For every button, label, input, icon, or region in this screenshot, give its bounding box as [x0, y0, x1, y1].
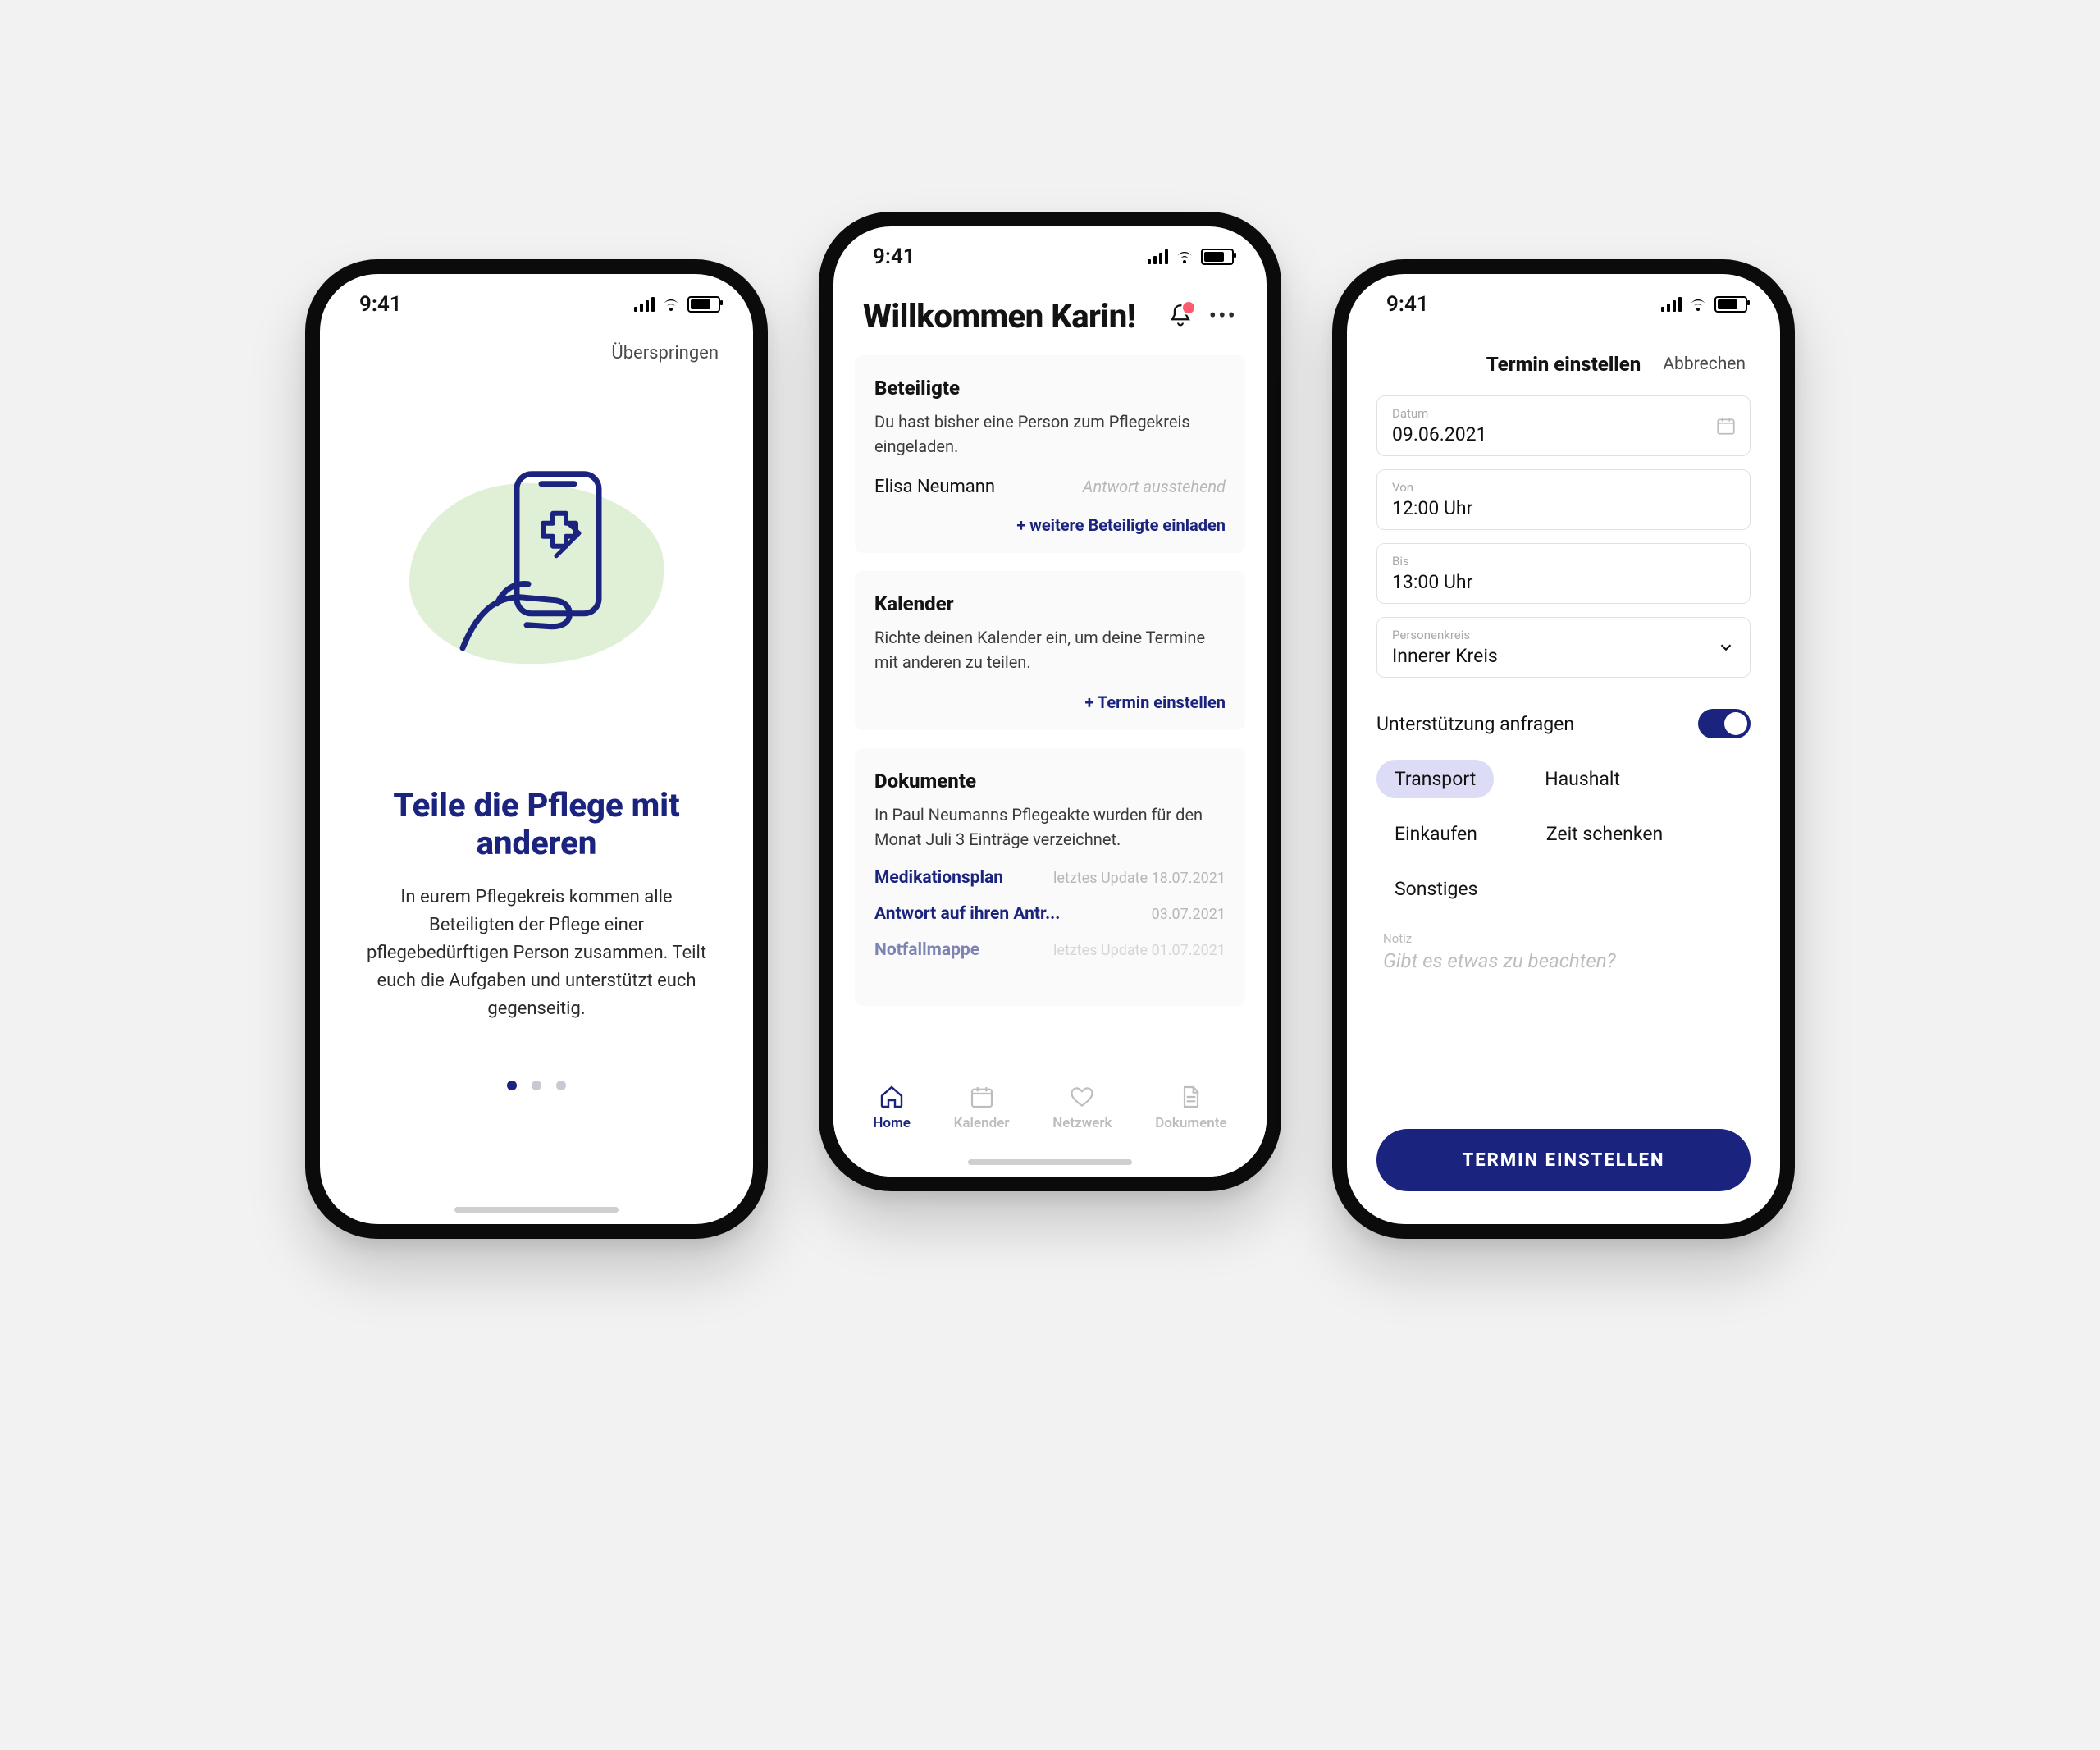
document-row[interactable]: Medikationsplan letztes Update 18.07.202… — [874, 868, 1226, 888]
document-row[interactable]: Notfallmappe letztes Update 01.07.2021 — [874, 940, 1226, 960]
card-dokumente: Dokumente In Paul Neumanns Pflegeakte wu… — [855, 748, 1245, 1006]
card-subtitle: Du hast bisher eine Person zum Pflegekre… — [874, 409, 1226, 459]
participant-status: Antwort ausstehend — [1083, 477, 1226, 496]
skip-button[interactable]: Überspringen — [611, 343, 719, 363]
circle-select[interactable]: Personenkreis Innerer Kreis — [1376, 617, 1751, 678]
status-time: 9:41 — [873, 244, 915, 269]
chip-haushalt[interactable]: Haushalt — [1527, 760, 1638, 798]
page-title: Willkommen Karin! — [863, 297, 1135, 336]
document-meta: letztes Update 18.07.2021 — [1053, 870, 1226, 887]
status-bar: 9:41 — [1347, 274, 1780, 335]
to-time-field[interactable]: Bis 13:00 Uhr — [1376, 543, 1751, 604]
calendar-icon — [969, 1084, 995, 1110]
field-value: 12:00 Uhr — [1392, 497, 1735, 519]
wifi-icon — [661, 295, 681, 314]
cellular-icon — [1661, 297, 1682, 312]
support-toggle[interactable] — [1698, 709, 1751, 738]
participant-name: Elisa Neumann — [874, 477, 995, 497]
battery-icon — [687, 296, 720, 313]
note-placeholder: Gibt es etwas zu beachten? — [1376, 946, 1751, 972]
card-subtitle: Richte deinen Kalender ein, um deine Ter… — [874, 625, 1226, 674]
calendar-icon — [1715, 415, 1737, 436]
notification-bell-icon[interactable] — [1166, 302, 1194, 330]
chip-zeit-schenken[interactable]: Zeit schenken — [1528, 815, 1681, 853]
invite-more-link[interactable]: + weitere Beteiligte einladen — [874, 515, 1226, 535]
card-heading: Beteiligte — [874, 377, 1226, 400]
document-meta: letztes Update 01.07.2021 — [1053, 942, 1226, 959]
phone-create-event: 9:41 Termin einstellen Abbrechen Datum 0… — [1332, 259, 1795, 1239]
card-subtitle: In Paul Neumanns Pflegeakte wurden für d… — [874, 802, 1226, 852]
tab-label: Kalender — [954, 1115, 1010, 1131]
tab-label: Home — [873, 1115, 911, 1131]
field-label: Notiz — [1376, 931, 1751, 946]
field-value: 09.06.2021 — [1392, 423, 1735, 445]
battery-icon — [1201, 249, 1234, 265]
tab-label: Netzwerk — [1052, 1115, 1112, 1131]
status-bar: 9:41 — [833, 226, 1267, 287]
tab-netzwerk[interactable]: Netzwerk — [1052, 1084, 1112, 1131]
page-dot[interactable] — [507, 1081, 517, 1090]
card-beteiligte: Beteiligte Du hast bisher eine Person zu… — [855, 355, 1245, 553]
status-bar: 9:41 — [320, 274, 753, 335]
home-indicator[interactable] — [968, 1159, 1132, 1165]
battery-icon — [1714, 296, 1747, 313]
date-field[interactable]: Datum 09.06.2021 — [1376, 395, 1751, 456]
chip-einkaufen[interactable]: Einkaufen — [1376, 815, 1495, 853]
chip-transport[interactable]: Transport — [1376, 760, 1494, 798]
phone-onboarding: 9:41 Überspringen — [305, 259, 768, 1239]
onboarding-title: Teile die Pflege mit anderen — [349, 787, 724, 862]
heart-icon — [1069, 1084, 1095, 1110]
submit-button[interactable]: TERMIN EINSTELLEN — [1376, 1129, 1751, 1191]
field-label: Personenkreis — [1392, 628, 1735, 642]
card-kalender: Kalender Richte deinen Kalender ein, um … — [855, 571, 1245, 730]
field-label: Bis — [1392, 554, 1735, 569]
document-name: Notfallmappe — [874, 940, 979, 960]
from-time-field[interactable]: Von 12:00 Uhr — [1376, 469, 1751, 530]
cancel-button[interactable]: Abbrechen — [1663, 354, 1746, 374]
home-icon — [879, 1084, 905, 1110]
onboarding-body: In eurem Pflegekreis kommen alle Beteili… — [356, 884, 717, 1023]
cellular-icon — [1148, 249, 1168, 264]
create-event-link[interactable]: + Termin einstellen — [874, 692, 1226, 712]
document-meta: 03.07.2021 — [1152, 906, 1226, 923]
page-indicator — [349, 1081, 724, 1090]
field-label: Von — [1392, 480, 1735, 495]
modal-header: Termin einstellen Abbrechen — [1376, 335, 1751, 382]
home-indicator[interactable] — [454, 1207, 619, 1213]
support-chip-group: Transport Haushalt Einkaufen Zeit schenk… — [1376, 760, 1751, 908]
card-heading: Dokumente — [874, 770, 1226, 793]
phone-dashboard: 9:41 Willkommen Karin! ••• — [819, 212, 1281, 1191]
field-label: Datum — [1392, 406, 1735, 421]
wifi-icon — [1688, 295, 1708, 314]
tab-home[interactable]: Home — [873, 1084, 911, 1131]
chip-sonstiges[interactable]: Sonstiges — [1376, 870, 1495, 908]
page-dot[interactable] — [556, 1081, 566, 1090]
support-toggle-label: Unterstützung anfragen — [1376, 713, 1574, 735]
tab-dokumente[interactable]: Dokumente — [1155, 1084, 1226, 1131]
tab-kalender[interactable]: Kalender — [954, 1084, 1010, 1131]
document-icon — [1178, 1084, 1204, 1110]
note-field[interactable]: Notiz Gibt es etwas zu beachten? — [1376, 931, 1751, 972]
page-dot[interactable] — [532, 1081, 541, 1090]
card-heading: Kalender — [874, 592, 1226, 615]
status-time: 9:41 — [1386, 292, 1429, 317]
field-value: Innerer Kreis — [1392, 645, 1735, 667]
document-name: Antwort auf ihren Antr... — [874, 904, 1060, 924]
cellular-icon — [634, 297, 655, 312]
modal-title: Termin einstellen — [1486, 353, 1641, 376]
more-icon[interactable]: ••• — [1209, 304, 1237, 327]
hand-phone-cross-icon — [446, 459, 627, 656]
document-row[interactable]: Antwort auf ihren Antr... 03.07.2021 — [874, 904, 1226, 924]
field-value: 13:00 Uhr — [1392, 571, 1735, 593]
document-name: Medikationsplan — [874, 868, 1003, 888]
chevron-down-icon — [1717, 638, 1735, 656]
status-time: 9:41 — [359, 292, 402, 317]
tab-label: Dokumente — [1155, 1115, 1226, 1131]
onboarding-illustration — [349, 393, 724, 754]
notification-badge — [1181, 300, 1196, 315]
wifi-icon — [1175, 247, 1194, 267]
